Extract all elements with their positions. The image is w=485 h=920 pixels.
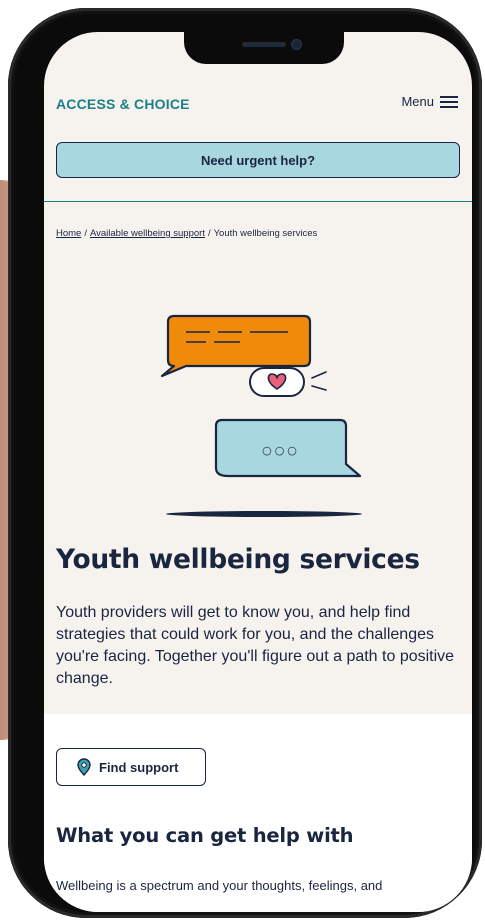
map-pin-icon bbox=[77, 758, 91, 776]
ground-shadow bbox=[166, 511, 362, 517]
phone-frame: ACCESS & CHOICE Menu Need urgent help? H… bbox=[8, 8, 482, 918]
section-heading: What you can get help with bbox=[56, 824, 354, 847]
phone-notch bbox=[184, 32, 344, 64]
breadcrumb-home-link[interactable]: Home bbox=[56, 228, 81, 239]
page-title: Youth wellbeing services bbox=[56, 544, 420, 575]
header-divider bbox=[44, 201, 472, 202]
menu-button[interactable]: Menu bbox=[401, 94, 458, 109]
intro-paragraph: Youth providers will get to know you, an… bbox=[56, 604, 455, 687]
camera-icon bbox=[292, 40, 301, 49]
section-body: Wellbeing is a spectrum and your thought… bbox=[56, 878, 383, 893]
brand-logo[interactable]: ACCESS & CHOICE bbox=[56, 96, 190, 112]
hamburger-icon bbox=[440, 95, 458, 109]
breadcrumb: Home / Available wellbeing support / Youth w… bbox=[56, 228, 317, 239]
find-support-label: Find support bbox=[99, 759, 179, 775]
photo-scene: ACCESS & CHOICE Menu Need urgent help? H… bbox=[0, 0, 485, 920]
menu-label: Menu bbox=[401, 94, 434, 109]
site-header: ACCESS & CHOICE Menu bbox=[44, 90, 472, 120]
phone-screen: ACCESS & CHOICE Menu Need urgent help? H… bbox=[44, 32, 472, 912]
breadcrumb-separator: / bbox=[207, 228, 211, 239]
breadcrumb-wellbeing-link[interactable]: Available wellbeing support bbox=[90, 228, 205, 239]
urgent-help-button[interactable]: Need urgent help? bbox=[56, 142, 460, 178]
find-support-button[interactable]: Find support bbox=[56, 748, 206, 786]
breadcrumb-separator: / bbox=[84, 228, 87, 239]
typing-dots: ○○○ bbox=[262, 444, 300, 457]
speaker-icon bbox=[242, 42, 286, 47]
breadcrumb-current: Youth wellbeing services bbox=[213, 228, 318, 239]
chat-illustration: ○○○ bbox=[160, 314, 362, 517]
